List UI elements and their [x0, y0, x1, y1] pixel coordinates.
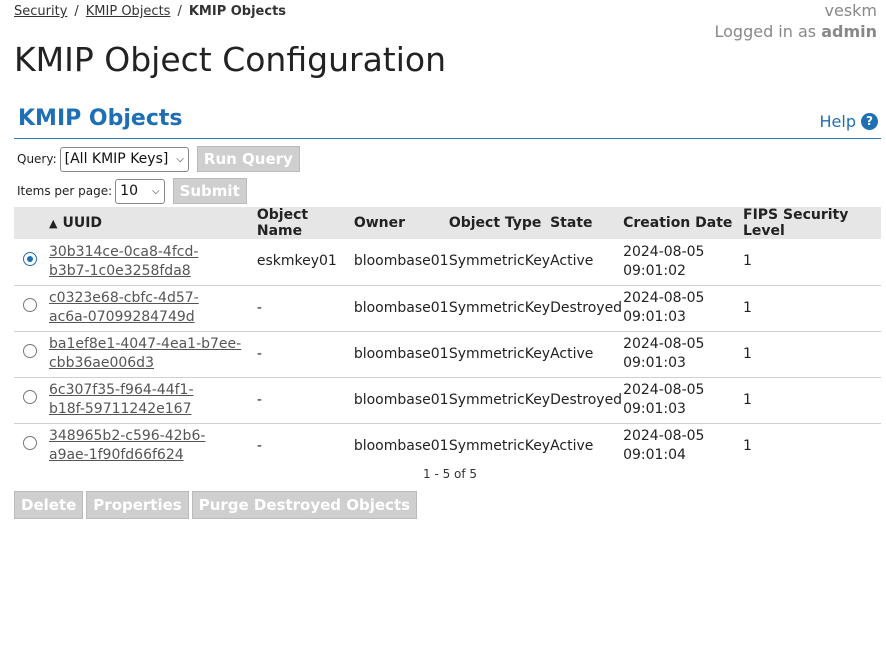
- query-select[interactable]: [All KMIP Keys] ⌵: [59, 146, 189, 172]
- section-title: KMIP Objects: [18, 106, 183, 131]
- creation-date-cell: 2024-08-05 09:01:02: [623, 243, 705, 279]
- state-cell: Destroyed: [550, 391, 623, 408]
- breadcrumb-link-kmip-objects[interactable]: KMIP Objects: [86, 4, 171, 19]
- state-cell: Active: [550, 345, 594, 362]
- breadcrumb-current: KMIP Objects: [188, 4, 287, 19]
- object-name-cell: -: [256, 345, 262, 362]
- section-header: KMIP Objects Help ?: [14, 106, 881, 139]
- row-select-radio[interactable]: [23, 344, 37, 358]
- header-select: [14, 207, 49, 239]
- creation-date-cell: 2024-08-05 09:01:03: [623, 382, 705, 417]
- object-type-cell: SymmetricKey: [448, 391, 551, 408]
- user-info: veskm Logged in as admin: [714, 0, 877, 42]
- login-username: admin: [821, 22, 877, 41]
- chevron-down-icon: ⌵: [176, 153, 184, 165]
- fips-level-cell: 1: [743, 345, 752, 362]
- sort-ascending-icon: ▲: [48, 217, 58, 230]
- table-row: 30b314ce-0ca8-4fcd-b3b7-1c0e3258fda8 esk…: [14, 239, 881, 285]
- properties-button[interactable]: Properties: [86, 491, 189, 519]
- header-state[interactable]: State: [550, 207, 623, 239]
- fips-level-cell: 1: [743, 253, 752, 270]
- query-select-value: [All KMIP Keys]: [64, 151, 169, 167]
- uuid-link[interactable]: 6c307f35-f964-44f1- b18f-59711242e167: [49, 382, 194, 417]
- items-per-page-label: Items per page:: [17, 184, 113, 198]
- owner-cell: bloombase01: [353, 253, 449, 270]
- creation-date-cell: 2024-08-05 09:01:03: [623, 290, 705, 325]
- table-row: 348965b2-c596-42b6- a9ae-1f90fd66f624 - b…: [14, 423, 881, 469]
- table-row: c0323e68-cbfc-4d57- ac6a-07099284749d - b…: [14, 285, 881, 331]
- fips-level-cell: 1: [743, 391, 752, 408]
- state-cell: Active: [550, 253, 594, 270]
- row-select-radio[interactable]: [23, 436, 37, 451]
- kmip-objects-table: ▲ UUID Object Name Owner Object Type Stat…: [14, 207, 881, 469]
- uuid-link[interactable]: ba1ef8e1-4047-4ea1-b7ee-cbb36ae006d3: [49, 336, 241, 371]
- owner-cell: bloombase01: [353, 345, 449, 362]
- state-cell: Destroyed: [550, 299, 623, 316]
- state-cell: Active: [550, 437, 594, 454]
- items-per-page-select[interactable]: 10 ⌵: [115, 178, 165, 204]
- help-label: Help: [819, 112, 856, 131]
- purge-destroyed-objects-button[interactable]: Purge Destroyed Objects: [191, 491, 418, 519]
- row-select-radio[interactable]: [23, 390, 37, 404]
- login-prefix: Logged in as: [714, 22, 822, 41]
- row-select-radio[interactable]: [23, 298, 37, 312]
- delete-button[interactable]: Delete: [14, 491, 84, 519]
- owner-cell: bloombase01: [353, 437, 449, 454]
- page-title: KMIP Object Configuration: [14, 40, 446, 79]
- owner-cell: bloombase01: [353, 299, 449, 316]
- header-owner[interactable]: Owner: [354, 207, 449, 239]
- items-per-page-value: 10: [120, 183, 138, 199]
- table-body: 30b314ce-0ca8-4fcd-b3b7-1c0e3258fda8 esk…: [14, 239, 881, 469]
- uuid-link[interactable]: c0323e68-cbfc-4d57- ac6a-07099284749d: [49, 290, 199, 325]
- fips-level-cell: 1: [743, 299, 752, 316]
- table-row: ba1ef8e1-4047-4ea1-b7ee-cbb36ae006d3 - b…: [14, 331, 881, 377]
- object-name-cell: -: [256, 437, 262, 454]
- login-status: Logged in as admin: [714, 21, 877, 42]
- action-buttons: Delete Properties Purge Destroyed Object…: [14, 491, 420, 519]
- header-creation-date[interactable]: Creation Date: [623, 207, 743, 239]
- help-icon: ?: [861, 113, 878, 130]
- query-row: Query: [All KMIP Keys] ⌵ Run Query: [17, 146, 300, 172]
- breadcrumb-separator: /: [74, 4, 79, 19]
- header-uuid[interactable]: ▲ UUID: [49, 207, 257, 239]
- uuid-link[interactable]: 348965b2-c596-42b6- a9ae-1f90fd66f624: [49, 428, 205, 463]
- chevron-down-icon: ⌵: [151, 185, 160, 197]
- uuid-link[interactable]: 30b314ce-0ca8-4fcd-b3b7-1c0e3258fda8: [49, 244, 198, 279]
- object-name-cell: -: [256, 391, 262, 408]
- table-header-row: ▲ UUID Object Name Owner Object Type Stat…: [14, 207, 881, 239]
- submit-button[interactable]: Submit: [172, 178, 247, 204]
- query-label: Query:: [17, 152, 57, 166]
- object-name-cell: -: [256, 299, 262, 316]
- object-name-cell: eskmkey01: [256, 253, 337, 270]
- object-type-cell: SymmetricKey: [448, 345, 551, 362]
- header-object-type[interactable]: Object Type: [449, 207, 550, 239]
- creation-date-cell: 2024-08-05 09:01:03: [623, 336, 705, 371]
- header-fips-level[interactable]: FIPS Security Level: [743, 207, 881, 239]
- help-link[interactable]: Help ?: [820, 112, 878, 131]
- table-row: 6c307f35-f964-44f1- b18f-59711242e167 - b…: [14, 377, 881, 423]
- hostname: veskm: [824, 1, 878, 20]
- owner-cell: bloombase01: [353, 391, 449, 408]
- object-type-cell: SymmetricKey: [448, 437, 551, 454]
- header-object-name[interactable]: Object Name: [257, 207, 354, 239]
- breadcrumb: Security / KMIP Objects / KMIP Objects: [14, 4, 286, 19]
- object-type-cell: SymmetricKey: [448, 299, 551, 316]
- run-query-button[interactable]: Run Query: [196, 146, 300, 172]
- paging-row: Items per page: 10 ⌵ Submit: [17, 178, 247, 204]
- fips-level-cell: 1: [743, 437, 752, 454]
- object-type-cell: SymmetricKey: [448, 253, 551, 270]
- creation-date-cell: 2024-08-05 09:01:04: [623, 428, 705, 464]
- pagination-summary: 1 - 5 of 5: [423, 467, 478, 481]
- row-select-radio[interactable]: [23, 251, 37, 266]
- breadcrumb-separator: /: [177, 4, 182, 19]
- breadcrumb-link-security[interactable]: Security: [14, 4, 67, 19]
